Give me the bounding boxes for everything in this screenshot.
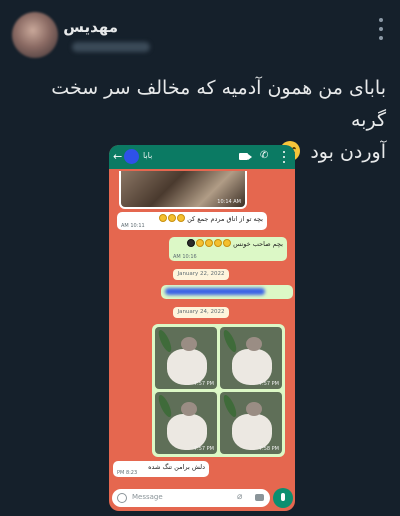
cat-photo[interactable]: 7:58 PM [220,392,282,454]
message-text: بچم صاحب خونس [233,240,283,248]
plant-pot [167,349,207,385]
tweet-header: مهدیس [0,0,400,66]
handle-redacted [72,42,150,52]
emoji-icon [167,214,176,222]
image-time: 10:14 AM [217,199,241,205]
shared-image-top: 10:14 AM [119,171,247,209]
message-outgoing-1: بچم صاحب خونس 10:16 AM [169,237,287,261]
message-redacted [161,285,293,299]
cat-photo[interactable]: 7:57 PM [155,392,217,454]
emoji-icon [195,239,204,247]
photo-time: 7:57 PM [193,446,214,452]
plant-leaf [221,393,239,419]
emoji-icon [158,214,167,222]
contact-avatar [124,149,139,164]
mic-button[interactable] [273,488,293,508]
username[interactable]: مهدیس [63,18,118,36]
cat [181,337,197,351]
more-options-icon[interactable] [374,18,388,40]
avatar[interactable] [12,12,58,58]
cat [246,402,262,416]
photo-album-message[interactable]: 7:57 PM 7:57 PM 7:57 PM 7:58 PM [152,324,285,457]
chat-header: ← بابا ✆ [109,145,295,169]
camera-icon[interactable] [255,494,264,501]
cat-photo[interactable]: 7:57 PM [155,327,217,389]
sunglasses-emoji-icon [186,239,195,247]
photo-time: 7:57 PM [193,381,214,387]
message-time: 10:11 AM [121,223,145,229]
back-arrow-icon: ← [113,150,123,163]
tweet-text-line-1: بابای من همون آدمیه که مخالف سر سخت گربه [51,77,386,131]
emoji-picker-icon[interactable] [117,493,127,503]
emoji-icon [222,239,231,247]
plant-pot [232,414,272,450]
tweet-text-line-2-words: آوردن بود [310,141,386,163]
emoji-icon [213,239,222,247]
message-time: 10:16 AM [173,254,197,260]
date-separator: January 24, 2022 [173,307,229,318]
redaction-mark [165,288,265,295]
photo-time: 7:57 PM [258,381,279,387]
photo-time: 7:58 PM [258,446,279,452]
message-incoming-1: بچه تو از اتاق مردم جمع کن 10:11 AM [117,212,267,230]
cat-photo[interactable]: 7:57 PM [220,327,282,389]
chat-menu-icon [282,151,286,163]
plant-leaf [156,393,174,419]
message-incoming-2: دلش برامن تنگ شده 8:23 PM [113,461,209,477]
date-separator: January 22, 2022 [173,269,229,280]
message-input[interactable]: Message ⌀ [112,489,270,507]
cat [246,337,262,351]
plant-leaf [221,328,239,354]
message-time: 8:23 PM [117,470,138,476]
cat [181,402,197,416]
phone-call-icon: ✆ [260,150,269,161]
plant-leaf [156,328,174,354]
attach-icon[interactable]: ⌀ [237,492,242,502]
emoji-icon [176,214,185,222]
emoji-icon [204,239,213,247]
message-text: دلش برامن تنگ شده [148,463,205,471]
whatsapp-screenshot[interactable]: ← بابا ✆ 10:14 AM بچه تو از اتاق مردم جم… [109,145,295,511]
plant-pot [232,349,272,385]
video-call-icon [239,153,252,160]
plant-pot [167,414,207,450]
message-placeholder: Message [132,493,163,501]
contact-name: بابا [143,151,153,160]
message-text: بچه تو از اتاق مردم جمع کن [187,215,263,223]
